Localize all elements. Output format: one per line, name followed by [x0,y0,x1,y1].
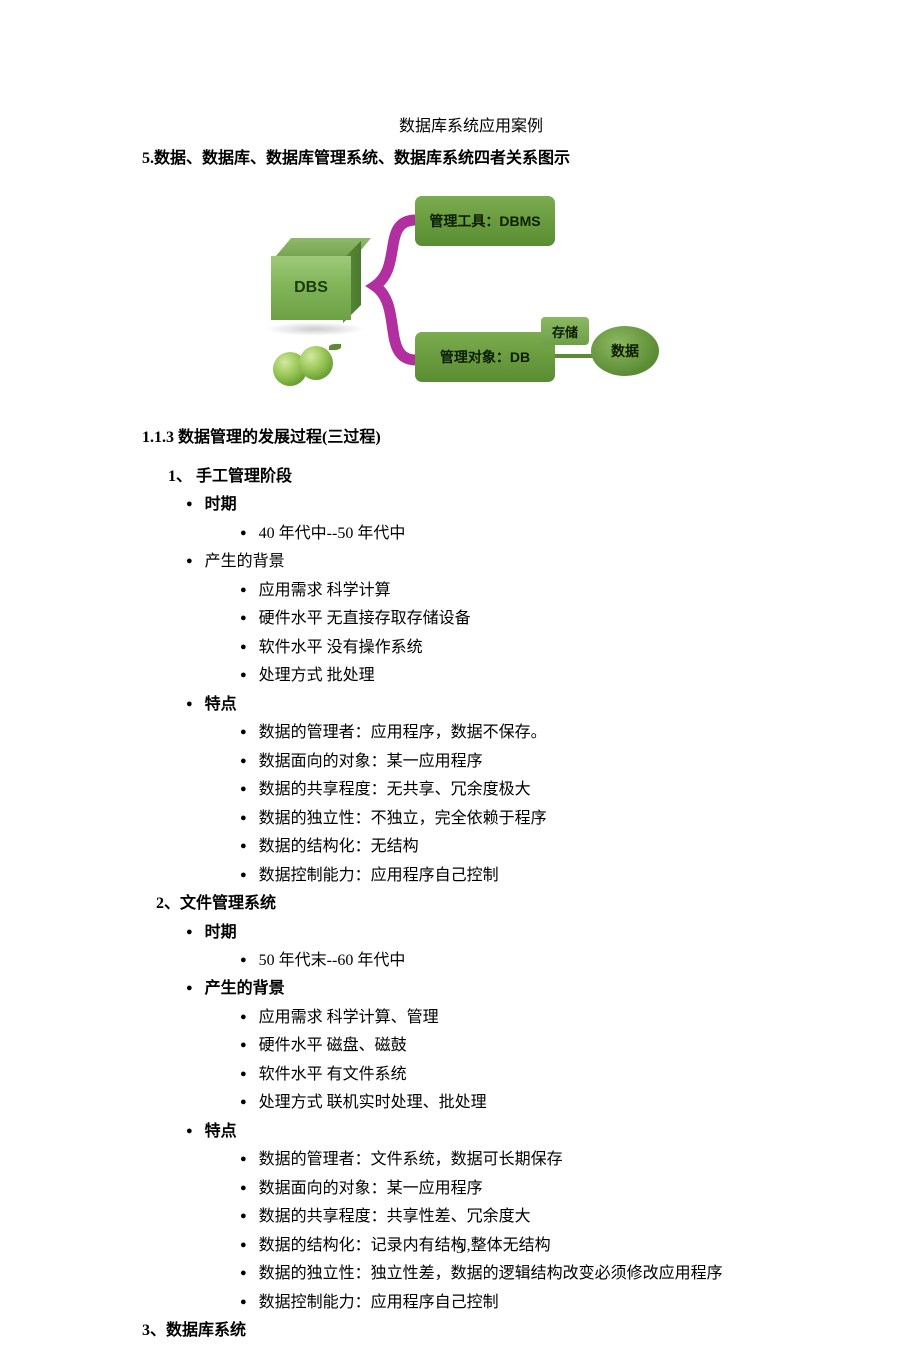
storage-box: 存储 [541,317,589,345]
page-number: 3 [0,1240,920,1258]
stage-1-bg-label: 产生的背景 [186,548,800,576]
list-item: 硬件水平 无直接存取存储设备 [240,605,800,633]
stage-1-period-label: 时期 [186,491,800,519]
list-item: 数据的结构化：无结构 [240,833,800,861]
db-box: 管理对象：DB [415,332,555,382]
list-item: 数据的独立性：独立性差，数据的逻辑结构改变必须修改应用程序 [240,1260,800,1288]
stage-2-bg-label: 产生的背景 [186,975,800,1003]
stage-2-feat-label: 特点 [186,1118,800,1146]
list-item: 硬件水平 磁盘、磁鼓 [240,1032,800,1060]
stage-2-title: 2、文件管理系统 [156,890,800,918]
list-item: 数据面向的对象：某一应用程序 [240,1175,800,1203]
list-item: 数据的共享程度：共享性差、冗余度大 [240,1203,800,1231]
dbs-label: DBS [271,256,351,320]
page-header: 数据库系统应用案例 [142,112,800,136]
list-item: 50 年代末--60 年代中 [240,947,800,975]
stage-3-title: 3、数据库系统 [142,1317,800,1345]
list-item: 软件水平 有文件系统 [240,1061,800,1089]
apple-icon [273,342,345,392]
stage-1-feat-label: 特点 [186,691,800,719]
list-item: 应用需求 科学计算 [240,577,800,605]
dbms-box: 管理工具：DBMS [415,196,555,246]
list-item: 数据面向的对象：某一应用程序 [240,748,800,776]
list-item: 数据的管理者：应用程序，数据不保存。 [240,719,800,747]
data-oval: 数据 [591,326,659,376]
list-item: 处理方式 联机实时处理、批处理 [240,1089,800,1117]
section-113-title: 1.1.3 数据管理的发展过程(三过程) [142,423,800,447]
list-item: 数据的管理者：文件系统，数据可长期保存 [240,1146,800,1174]
stage-1-title: 1、 手工管理阶段 [168,463,800,491]
list-item: 数据的独立性：不独立，完全依赖于程序 [240,805,800,833]
list-item: 处理方式 批处理 [240,662,800,690]
list-item: 40 年代中--50 年代中 [240,520,800,548]
list-item: 数据的共享程度：无共享、冗余度极大 [240,776,800,804]
list-item: 软件水平 没有操作系统 [240,634,800,662]
connector-line [555,354,595,358]
list-item: 数据控制能力：应用程序自己控制 [240,862,800,890]
list-item: 应用需求 科学计算、管理 [240,1004,800,1032]
stage-2-period-label: 时期 [186,919,800,947]
list-item: 数据控制能力：应用程序自己控制 [240,1289,800,1317]
relationship-diagram: DBS 管理工具：DBMS 管理对象：DB 存储 数据 [142,182,800,397]
dbs-cube: DBS [271,256,359,334]
section-5-title: 5.数据、数据库、数据库管理系统、数据库系统四者关系图示 [142,144,800,168]
